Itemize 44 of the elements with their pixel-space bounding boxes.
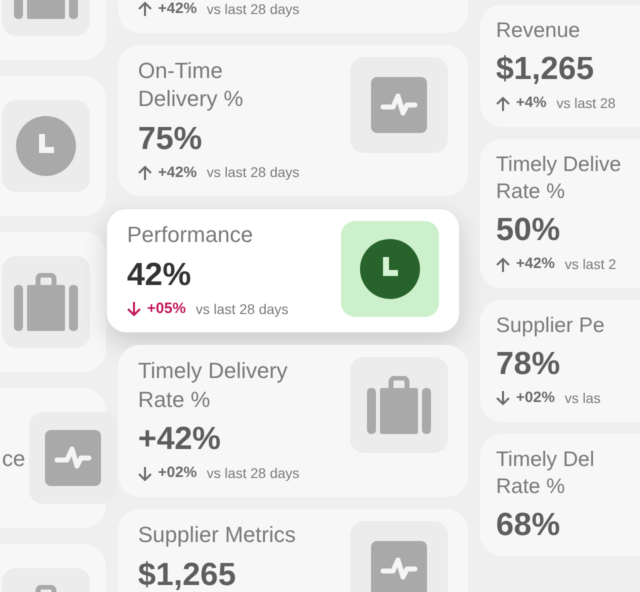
card-title: Supplier Pe [496,312,606,339]
metric-value: +42% [138,419,222,458]
arrow-down-icon [127,301,141,318]
comparison-text: vs las [564,388,601,408]
card-title: Supplier Metrics [138,520,296,549]
change-value: +4% [516,93,546,114]
card-title: On-Time Delivery % [138,56,244,114]
change-value: +02% [516,388,555,408]
card-title: Timely Del Rate % [496,446,596,500]
comparison-text: vs last 28 days [206,464,300,484]
suitcase-icon [367,376,431,434]
metric-value: $1,265 [138,554,237,592]
arrow-up-icon [496,96,510,112]
metric-value: 50% [496,210,562,250]
metric-value: 42% [127,254,192,294]
change-value: +42% [158,0,197,19]
metric-value: $1,265 [496,49,595,88]
metric-value: 78% [496,344,562,384]
comparison-text: vs last 28 days [206,0,300,19]
card-title: Revenue [496,18,582,44]
arrow-up-icon [496,256,510,273]
clock-icon [16,116,76,176]
metric-value: 75% [138,118,204,158]
arrow-down-icon [138,466,152,482]
card-title: ce [2,444,26,472]
pulse-icon [45,430,102,486]
arrow-up-icon [138,164,152,181]
comparison-text: vs last 2 [564,255,616,274]
card-title: Performance [127,221,254,250]
change-value: +42% [158,162,197,183]
card-title: Timely Delivery Rate % [138,357,289,414]
arrow-up-icon [138,1,152,18]
clock-icon [360,239,420,300]
metric-value: 68% [496,505,562,544]
pulse-icon [371,76,427,132]
change-value: +02% [158,463,197,484]
card-title: Timely Delive Rate % [496,152,622,206]
suitcase-icon [14,273,78,331]
change-value: +05% [147,298,186,319]
change-value: +42% [516,254,555,274]
comparison-text: vs last 28 days [196,300,288,319]
comparison-text: vs last 28 days [206,163,300,182]
comparison-text: vs last 28 [556,94,616,114]
arrow-down-icon [496,390,510,406]
